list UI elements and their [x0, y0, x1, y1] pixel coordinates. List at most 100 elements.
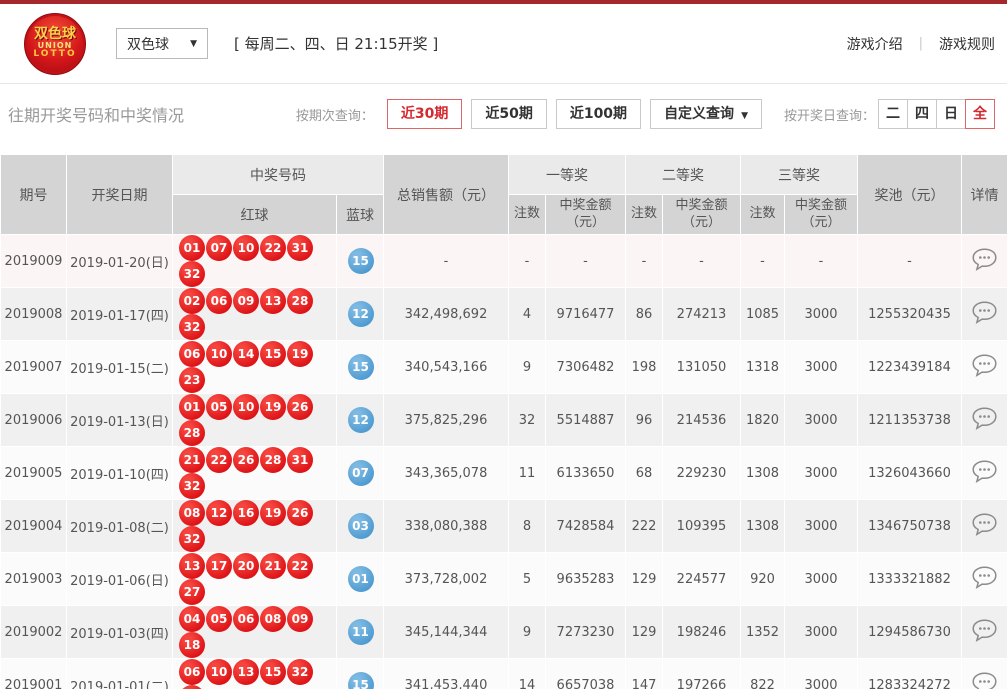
cell-second-count: 96 — [626, 394, 663, 447]
logo-text-lotto: LOTTO — [33, 50, 76, 59]
site-header: 双色球 UNION LOTTO 双色球 ▼ [ 每周二、四、日 21:15开奖 … — [0, 4, 1007, 84]
cell-second-count: 147 — [626, 659, 663, 689]
red-ball: 13 — [260, 288, 286, 314]
detail-comment-button[interactable] — [971, 353, 998, 378]
red-ball: 16 — [233, 500, 259, 526]
cell-detail — [962, 659, 1007, 689]
results-section: 期号 开奖日期 中奖号码 总销售额（元） 一等奖 二等奖 三等奖 奖池（元） 详… — [0, 154, 1007, 689]
comment-bubble-icon — [971, 512, 998, 537]
detail-comment-button[interactable] — [971, 300, 998, 325]
cell-red-balls: 020609132832 — [173, 288, 337, 341]
cell-blue-ball: 12 — [337, 288, 384, 341]
cell-period: 2019007 — [1, 341, 67, 394]
cell-blue-ball: 12 — [337, 394, 384, 447]
cell-third-amount: 3000 — [785, 288, 858, 341]
cell-date: 2019-01-17(四) — [67, 288, 173, 341]
cell-date: 2019-01-20(日) — [67, 235, 173, 288]
period-filter-last30[interactable]: 近30期 — [387, 99, 462, 129]
detail-comment-button[interactable] — [971, 512, 998, 537]
chevron-down-icon: ▼ — [190, 39, 197, 49]
red-ball: 19 — [287, 341, 313, 367]
detail-comment-button[interactable] — [971, 406, 998, 431]
cell-first-amount: 7273230 — [546, 606, 626, 659]
cell-first-amount: 6657038 — [546, 659, 626, 689]
cell-third-count: 822 — [741, 659, 785, 689]
comment-bubble-icon — [971, 353, 998, 378]
col-header-red-balls: 红球 — [173, 195, 337, 235]
table-row: 20190062019-01-13(日)01051019262812375,82… — [1, 394, 1007, 447]
day-filter-all[interactable]: 全 — [965, 99, 995, 129]
cell-period: 2019002 — [1, 606, 67, 659]
comment-bubble-icon — [971, 671, 998, 689]
cell-detail — [962, 394, 1007, 447]
cell-blue-ball: 07 — [337, 447, 384, 500]
cell-second-amount: 274213 — [663, 288, 741, 341]
detail-comment-button[interactable] — [971, 565, 998, 590]
cell-detail — [962, 447, 1007, 500]
cell-blue-ball: 15 — [337, 341, 384, 394]
cell-pool: 1333321882 — [858, 553, 962, 606]
cell-second-amount: 229230 — [663, 447, 741, 500]
cell-blue-ball: 11 — [337, 606, 384, 659]
period-filter-last50[interactable]: 近50期 — [471, 99, 546, 129]
chevron-down-icon: ▼ — [741, 111, 748, 121]
blue-ball: 12 — [348, 407, 374, 433]
red-ball: 15 — [260, 341, 286, 367]
red-ball: 10 — [206, 341, 232, 367]
filter-controls: 按期次查询： 近30期 近50期 近100期 自定义查询▼ 按开奖日查询： 二 … — [296, 99, 995, 129]
col-header-first-amount: 中奖金额（元） — [546, 195, 626, 235]
cell-first-amount: 9716477 — [546, 288, 626, 341]
red-ball: 26 — [287, 500, 313, 526]
red-ball: 06 — [179, 659, 205, 685]
col-header-third-prize: 三等奖 — [741, 155, 858, 195]
detail-comment-button[interactable] — [971, 459, 998, 484]
detail-comment-button[interactable] — [971, 618, 998, 643]
red-ball: 32 — [179, 261, 205, 287]
day-filter-sun[interactable]: 日 — [936, 99, 966, 129]
cell-second-count: 86 — [626, 288, 663, 341]
cell-first-count: 8 — [509, 500, 546, 553]
custom-query-dropdown[interactable]: 自定义查询▼ — [650, 99, 762, 129]
red-ball: 12 — [206, 500, 232, 526]
cell-detail — [962, 500, 1007, 553]
cell-detail — [962, 606, 1007, 659]
col-header-third-count: 注数 — [741, 195, 785, 235]
cell-date: 2019-01-03(四) — [67, 606, 173, 659]
cell-blue-ball: 01 — [337, 553, 384, 606]
cell-third-amount: 3000 — [785, 606, 858, 659]
cell-detail — [962, 553, 1007, 606]
blue-ball: 01 — [348, 566, 374, 592]
comment-bubble-icon — [971, 300, 998, 325]
logo-text: 双色球 — [34, 27, 76, 42]
blue-ball: 15 — [348, 354, 374, 380]
detail-comment-button[interactable] — [971, 671, 998, 689]
nav-game-intro[interactable]: 游戏介绍 — [847, 34, 903, 54]
cell-period: 2019004 — [1, 500, 67, 553]
cell-blue-ball: 15 — [337, 659, 384, 689]
cell-first-count: 14 — [509, 659, 546, 689]
cell-second-count: 129 — [626, 606, 663, 659]
red-ball: 14 — [233, 341, 259, 367]
red-ball: 31 — [287, 235, 313, 261]
red-ball: 09 — [233, 288, 259, 314]
day-filter-tue[interactable]: 二 — [878, 99, 908, 129]
detail-comment-button[interactable] — [971, 247, 998, 272]
table-row: 20190022019-01-03(四)04050608091811345,14… — [1, 606, 1007, 659]
cell-red-balls: 010710223132 — [173, 235, 337, 288]
period-filter-last100[interactable]: 近100期 — [556, 99, 641, 129]
game-select-dropdown[interactable]: 双色球 ▼ — [116, 28, 208, 59]
red-ball: 04 — [179, 606, 205, 632]
red-ball: 23 — [179, 367, 205, 393]
cell-first-count: 9 — [509, 606, 546, 659]
cell-second-amount: - — [663, 235, 741, 288]
cell-third-amount: 3000 — [785, 447, 858, 500]
nav-divider: | — [919, 36, 923, 51]
col-header-third-amount: 中奖金额（元） — [785, 195, 858, 235]
col-header-detail: 详情 — [962, 155, 1007, 235]
cell-first-count: 32 — [509, 394, 546, 447]
nav-game-rules[interactable]: 游戏规则 — [939, 34, 995, 54]
cell-detail — [962, 288, 1007, 341]
red-ball: 26 — [287, 394, 313, 420]
cell-detail — [962, 341, 1007, 394]
day-filter-thu[interactable]: 四 — [907, 99, 937, 129]
